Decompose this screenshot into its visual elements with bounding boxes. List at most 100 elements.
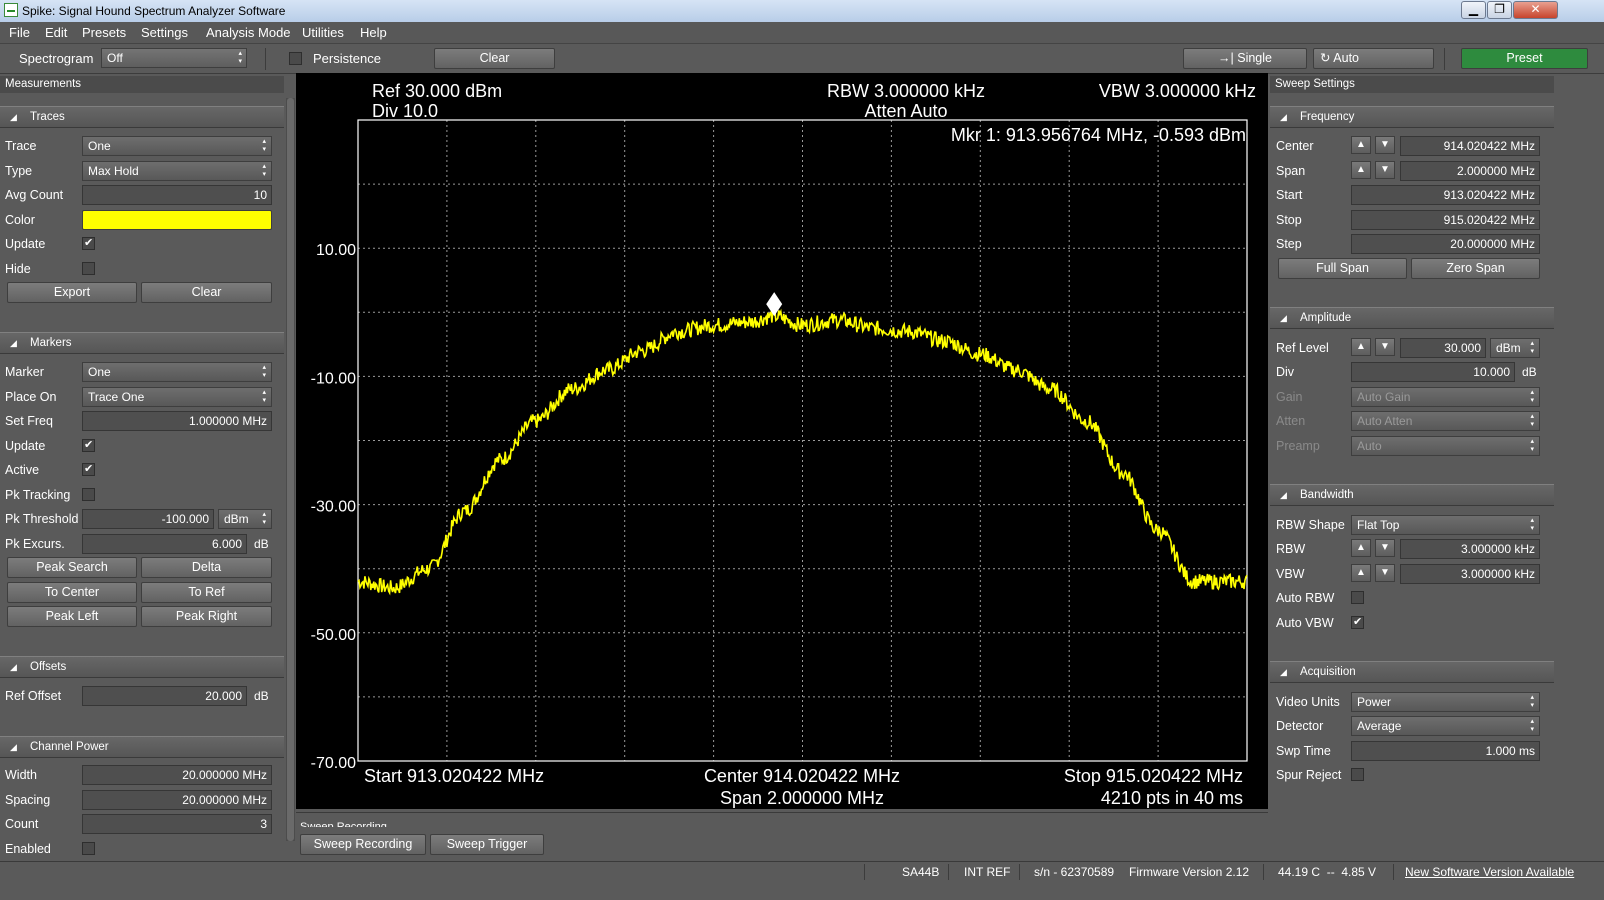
traces-section-header[interactable]: Traces <box>0 106 284 128</box>
step-input[interactable]: 20.000000 MHz <box>1351 234 1540 254</box>
menu-settings[interactable]: Settings <box>141 25 188 40</box>
peak-search-button[interactable]: Peak Search <box>7 557 137 578</box>
auto-sweep-button[interactable]: ↻ Auto <box>1313 48 1434 69</box>
spectrogram-label: Spectrogram <box>19 51 94 66</box>
spectrogram-select[interactable]: Off <box>101 48 247 68</box>
new-version-link[interactable]: New Software Version Available <box>1405 865 1574 879</box>
rbw-shape-select[interactable]: Flat Top <box>1351 515 1540 535</box>
marker-active-checkbox[interactable] <box>82 462 95 476</box>
peak-right-button[interactable]: Peak Right <box>141 606 272 627</box>
sweep-recording-button[interactable]: Sweep Recording <box>300 834 426 855</box>
spacing-input[interactable]: 20.000000 MHz <box>82 790 272 810</box>
toolbar-divider <box>265 48 266 70</box>
span-up-button[interactable]: ▲ <box>1351 161 1371 179</box>
ref-level-up-button[interactable]: ▲ <box>1351 338 1371 356</box>
left-scrollbar-thumb[interactable] <box>287 98 294 841</box>
offsets-section-header[interactable]: Offsets <box>0 656 284 678</box>
rbw-down-button[interactable]: ▼ <box>1375 539 1395 557</box>
spectrum-plot[interactable]: Ref 30.000 dBm Div 10.0 RBW 3.000000 kHz… <box>296 73 1268 809</box>
single-sweep-button[interactable]: →| Single <box>1183 48 1307 69</box>
frequency-section-header[interactable]: Frequency <box>1270 106 1554 128</box>
video-units-select[interactable]: Power <box>1351 692 1540 712</box>
persistence-checkbox[interactable] <box>289 52 302 65</box>
menu-presets[interactable]: Presets <box>82 25 126 40</box>
rbw-input[interactable]: 3.000000 kHz <box>1400 539 1540 559</box>
marker-update-checkbox[interactable] <box>82 438 95 452</box>
center-up-button[interactable]: ▲ <box>1351 136 1371 154</box>
vbw-down-button[interactable]: ▼ <box>1375 564 1395 582</box>
ref-level-input[interactable]: 30.000 <box>1400 338 1486 358</box>
trace-hide-checkbox[interactable] <box>82 262 95 275</box>
detector-select[interactable]: Average <box>1351 716 1540 736</box>
set-freq-input[interactable]: 1.000000 MHz <box>82 411 272 431</box>
swp-time-input[interactable]: 1.000 ms <box>1351 741 1540 761</box>
to-center-button[interactable]: To Center <box>7 582 137 603</box>
amplitude-section-header[interactable]: Amplitude <box>1270 307 1554 329</box>
width-input[interactable]: 20.000000 MHz <box>82 765 272 785</box>
vbw-up-button[interactable]: ▲ <box>1351 564 1371 582</box>
pk-tracking-checkbox[interactable] <box>82 488 95 501</box>
count-input[interactable]: 3 <box>82 814 272 834</box>
single-label: Single <box>1237 51 1272 65</box>
left-scrollbar-track[interactable] <box>286 98 295 841</box>
atten-label: Atten <box>1276 414 1306 428</box>
place-on-select[interactable]: Trace One <box>82 387 272 407</box>
spur-reject-checkbox[interactable] <box>1351 768 1364 781</box>
full-span-button[interactable]: Full Span <box>1278 258 1407 279</box>
rbw-up-button[interactable]: ▲ <box>1351 539 1371 557</box>
bandwidth-section-header[interactable]: Bandwidth <box>1270 484 1554 506</box>
vbw-input[interactable]: 3.000000 kHz <box>1400 564 1540 584</box>
type-select[interactable]: Max Hold <box>82 161 272 181</box>
minimize-button[interactable]: ▁ <box>1461 1 1486 19</box>
menu-analysis-mode[interactable]: Analysis Mode <box>206 25 291 40</box>
maximize-button[interactable]: ❐ <box>1487 1 1512 19</box>
sweep-trigger-button[interactable]: Sweep Trigger <box>430 834 544 855</box>
enabled-checkbox[interactable] <box>82 842 95 855</box>
span-input[interactable]: 2.000000 MHz <box>1400 161 1540 181</box>
close-button[interactable]: ✕ <box>1513 1 1558 19</box>
sweep-recording-tab[interactable]: Sweep Recording <box>300 819 387 827</box>
preamp-select[interactable]: Auto <box>1351 436 1540 456</box>
to-ref-button[interactable]: To Ref <box>141 582 272 603</box>
clear-trace-button[interactable]: Clear <box>141 282 272 303</box>
trace-update-checkbox[interactable] <box>82 236 95 250</box>
pk-threshold-unit-select[interactable]: dBm <box>218 509 272 529</box>
delta-button[interactable]: Delta <box>141 557 272 578</box>
channel-power-section-header[interactable]: Channel Power <box>0 736 284 758</box>
peak-left-button[interactable]: Peak Left <box>7 606 137 627</box>
atten-select[interactable]: Auto Atten <box>1351 411 1540 431</box>
preset-button[interactable]: Preset <box>1461 48 1588 69</box>
menu-utilities[interactable]: Utilities <box>302 25 344 40</box>
trace-hide-label: Hide <box>5 262 31 276</box>
span-down-button[interactable]: ▼ <box>1375 161 1395 179</box>
gain-select[interactable]: Auto Gain <box>1351 387 1540 407</box>
status-divider <box>1263 864 1264 880</box>
pk-threshold-input[interactable]: -100.000 <box>82 509 214 529</box>
auto-rbw-checkbox[interactable] <box>1351 591 1364 604</box>
menu-help[interactable]: Help <box>360 25 387 40</box>
avg-count-input[interactable]: 10 <box>82 185 272 205</box>
vbw-label: VBW <box>1276 567 1305 581</box>
ref-offset-input[interactable]: 20.000 <box>82 686 247 706</box>
amp-div-input[interactable]: 10.000 <box>1351 362 1515 382</box>
menu-edit[interactable]: Edit <box>45 25 67 40</box>
stop-label: Stop <box>1276 213 1302 227</box>
start-input[interactable]: 913.020422 MHz <box>1351 185 1540 205</box>
center-down-button[interactable]: ▼ <box>1375 136 1395 154</box>
trace-select[interactable]: One <box>82 136 272 156</box>
marker-select[interactable]: One <box>82 362 272 382</box>
zero-span-button[interactable]: Zero Span <box>1411 258 1540 279</box>
ref-level-unit-select[interactable]: dBm <box>1490 338 1540 358</box>
acquisition-section-header[interactable]: Acquisition <box>1270 661 1554 683</box>
auto-vbw-checkbox[interactable] <box>1351 615 1364 629</box>
ref-level-down-button[interactable]: ▼ <box>1375 338 1395 356</box>
markers-section-header[interactable]: Markers <box>0 332 284 354</box>
center-input[interactable]: 914.020422 MHz <box>1400 136 1540 156</box>
pk-excurs-input[interactable]: 6.000 <box>82 534 247 554</box>
stop-input[interactable]: 915.020422 MHz <box>1351 210 1540 230</box>
clear-persistence-button[interactable]: Clear <box>434 48 555 69</box>
trace-color-swatch[interactable] <box>82 210 272 230</box>
export-button[interactable]: Export <box>7 282 137 303</box>
menu-file[interactable]: File <box>9 25 30 40</box>
marker-active-label: Active <box>5 463 40 477</box>
